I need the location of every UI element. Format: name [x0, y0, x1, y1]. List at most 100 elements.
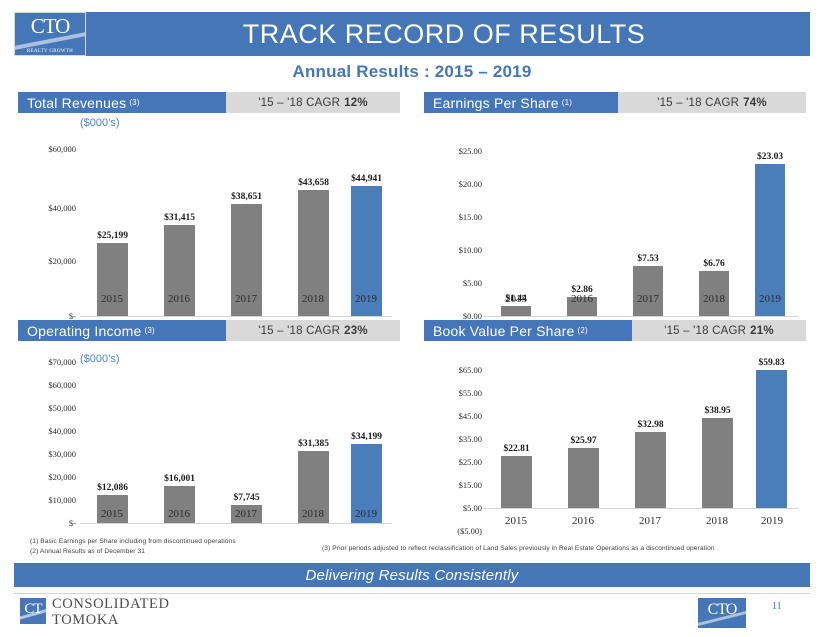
bar-2018[interactable]: $38.95	[702, 406, 733, 508]
cagr-label: '15 – '18 CAGR	[258, 96, 341, 109]
y-tick-label: $15.00	[458, 480, 482, 490]
x-tick-label: 2017	[235, 508, 257, 520]
y-tick-label: $10.00	[458, 245, 482, 255]
section-title-operating-income: Operating Income (3)	[18, 320, 226, 341]
y-tick-label: $65.00	[458, 365, 482, 375]
page-title: TRACK RECORD OF RESULTS	[242, 18, 646, 49]
cagr-label: '15 – '18 CAGR	[258, 324, 341, 337]
cagr-label: '15 – '18 CAGR	[664, 324, 747, 337]
y-tick-label: $35.00	[458, 434, 482, 444]
bar-2017[interactable]: $7.53	[633, 254, 663, 316]
section-title-total-revenues: Total Revenues (3)	[18, 92, 226, 113]
cto-logo-tagline: REALTY GROWTH	[26, 49, 74, 54]
y-tick-label: $20,000	[48, 256, 76, 266]
cto-logo-footer-icon: CTO	[698, 598, 746, 628]
section-title-label: Book Value Per Share	[433, 322, 575, 339]
y-tick-label: $50,000	[48, 403, 76, 413]
consolidated-tomoka-logo-icon: CT	[20, 598, 46, 624]
footer-divider	[14, 593, 810, 594]
x-tick-label: 2018	[703, 293, 725, 305]
chart-total-revenues: ($000’s) $60,000 $40,000 $20,000 $- $25,…	[18, 113, 400, 321]
x-tick-label: 2017	[637, 293, 659, 305]
y-tick-label: $10,000	[48, 495, 76, 505]
bar-2019[interactable]: $59.83	[756, 358, 787, 508]
plot-area-total-revenues: $25,199 $31,415 $38,651 $43,658 $44,941	[80, 143, 392, 317]
section-header-earnings-per-share: Earnings Per Share (1) '15 – '18 CAGR 74%	[424, 92, 806, 113]
bar-2015[interactable]: $25,199	[97, 231, 128, 316]
y-tick-label: $15.00	[458, 212, 482, 222]
y-tick-label: $60,000	[48, 380, 76, 390]
y-axis-book-value-per-share: $65.00 $55.00 $45.00 $35.00 $25.00 $15.0…	[424, 341, 482, 536]
section-title-label: Total Revenues	[27, 94, 127, 111]
bar-value-label: $12,086	[97, 483, 128, 493]
page-subtitle: Annual Results : 2015 – 2019	[292, 62, 532, 81]
section-title-footnote-ref: (1)	[561, 98, 573, 107]
y-axis-operating-income: $70,000 $60,000 $50,000 $40,000 $30,000 …	[18, 341, 76, 532]
x-tick-label: 2015	[101, 508, 123, 520]
y-axis-total-revenues: $60,000 $40,000 $20,000 $-	[18, 113, 76, 321]
x-axis-line	[80, 316, 392, 317]
bar-value-label: $38.95	[704, 406, 731, 416]
page-number: 11	[772, 601, 782, 612]
tagline-text: Delivering Results Consistently	[305, 566, 519, 584]
cagr-value: 23%	[344, 324, 368, 337]
plot-area-earnings-per-share: $1.44 $2.86 $7.53 $6.76 $23.03	[484, 151, 798, 317]
y-tick-label: $55.00	[458, 388, 482, 398]
x-tick-label: 2018	[302, 508, 324, 520]
x-axis-line	[484, 316, 798, 317]
x-axis-line	[80, 523, 392, 524]
y-tick-label: $60,000	[48, 144, 76, 154]
x-tick-label: 2015	[101, 293, 123, 305]
footer-company-name: CONSOLIDATED TOMOKA	[52, 596, 170, 628]
bar-2017[interactable]: $32.98	[635, 420, 666, 508]
section-header-total-revenues: Total Revenues (3) '15 – '18 CAGR 12%	[18, 92, 400, 113]
bar-value-label: $23.03	[756, 152, 784, 162]
y-tick-label: $20,000	[48, 472, 76, 482]
section-header-book-value-per-share: Book Value Per Share (2) '15 – '18 CAGR 21…	[424, 320, 806, 341]
x-axis-line	[484, 508, 798, 509]
x-tick-label: 2019	[355, 508, 377, 520]
section-title-label: Operating Income	[27, 322, 142, 339]
x-tick-label: 2016	[168, 293, 190, 305]
panel-earnings-per-share: Earnings Per Share (1) '15 – '18 CAGR 74% …	[424, 92, 806, 321]
section-title-footnote-ref: (3)	[129, 98, 140, 107]
section-header-operating-income: Operating Income (3) '15 – '18 CAGR 23%	[18, 320, 400, 341]
bar-value-label: $25,199	[97, 231, 128, 241]
bar-value-label: $38,651	[231, 192, 262, 202]
footer-company-line1: CONSOLIDATED	[52, 596, 170, 612]
bar-value-label: $7.53	[637, 254, 659, 264]
panel-total-revenues: Total Revenues (3) '15 – '18 CAGR 12% ($00…	[18, 92, 400, 321]
footer-company-line2: TOMOKA	[52, 612, 119, 628]
bar-value-label: $16,001	[164, 474, 195, 484]
bar-value-label: $59.83	[758, 358, 785, 368]
bar-value-label: $7,745	[233, 493, 260, 503]
chart-operating-income: ($000’s) $70,000 $60,000 $50,000 $40,000…	[18, 341, 400, 532]
panel-book-value-per-share: Book Value Per Share (2) '15 – '18 CAGR 21…	[424, 320, 806, 536]
panel-operating-income: Operating Income (3) '15 – '18 CAGR 23% ($…	[18, 320, 400, 532]
section-title-footnote-ref: (3)	[144, 326, 155, 335]
plot-area-book-value-per-share: $22.81 $25.97 $32.98 $38.95 $59.83	[484, 358, 798, 531]
bar-2016[interactable]: $25.97	[568, 436, 599, 508]
plot-area-operating-income: $12,086 $16,001 $7,745 $31,385 $34,199	[80, 362, 392, 524]
x-tick-label: 2017	[235, 293, 257, 305]
bar-value-label: $44,941	[351, 174, 382, 184]
x-tick-label: 2019	[355, 293, 377, 305]
bar-value-label: $32.98	[637, 420, 664, 430]
y-axis-earnings-per-share: $25.00 $20.00 $15.00 $10.00 $5.00 $0.00	[424, 113, 482, 321]
bar-2015[interactable]: $1.44	[501, 294, 531, 316]
x-tick-label: 2019	[761, 515, 783, 527]
bar-value-label: $6.76	[703, 259, 725, 269]
cagr-value: 21%	[750, 324, 774, 337]
y-tick-label: $40,000	[48, 426, 76, 436]
cagr-value: 74%	[743, 96, 767, 109]
y-tick-label: $40,000	[48, 203, 76, 213]
bar-value-label: $31,415	[164, 213, 195, 223]
bar-2015[interactable]: $22.81	[501, 444, 532, 508]
footnote-right: (3) Prior periods adjusted to reflect re…	[322, 545, 715, 552]
y-tick-label: $25.00	[458, 146, 482, 156]
section-title-label: Earnings Per Share	[433, 94, 559, 111]
x-tick-label: 2015	[505, 293, 527, 305]
x-tick-label: 2018	[706, 515, 728, 527]
chart-book-value-per-share: $65.00 $55.00 $45.00 $35.00 $25.00 $15.0…	[424, 341, 806, 536]
x-tick-label: 2018	[302, 293, 324, 305]
